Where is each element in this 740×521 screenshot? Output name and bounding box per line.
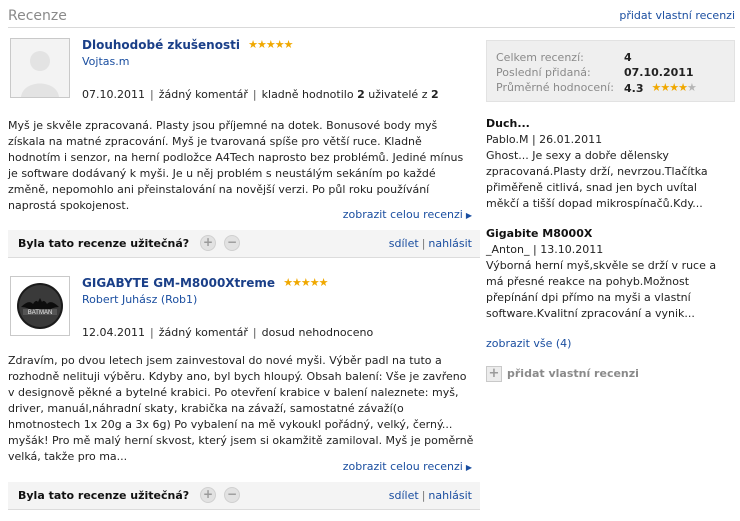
review-author[interactable]: Vojtas.m [82, 55, 129, 68]
review-title-link[interactable]: Dlouhodobé zkušenosti ★★★★★ [82, 38, 293, 52]
show-full-review-link[interactable]: zobrazit celou recenzi ▶ [343, 460, 472, 473]
add-own-review-button[interactable]: + přidat vlastní recenzi [486, 366, 639, 382]
usefulness-question: Byla tato recenze užitečná? [18, 237, 190, 250]
rating-count: 2 [357, 88, 365, 101]
average-rating-label: Průměrné hodnocení: [496, 81, 614, 94]
rating-stars: ★★★★★ [283, 276, 328, 289]
total-reviews-value: 4 [624, 51, 632, 64]
review-body: Zdravím, po dvou letech jsem zainvestova… [8, 354, 474, 463]
vote-up-button[interactable]: + [200, 487, 216, 503]
empty-star: ★ [686, 81, 697, 94]
side-review-title[interactable]: Duch... [486, 117, 530, 130]
show-full-review-label: zobrazit celou recenzi [342, 460, 463, 473]
show-all-reviews-link[interactable]: zobrazit vše (4) [486, 337, 571, 350]
vote-up-button[interactable]: + [200, 235, 216, 251]
review-author[interactable]: Robert Juhász (Rob1) [82, 293, 197, 306]
usefulness-bar: Byla tato recenze užitečná? + − sdílet | n… [8, 482, 480, 510]
total-reviews-label: Celkem recenzí: [496, 51, 584, 64]
average-rating: 4.3 ★★★★★ [624, 81, 697, 95]
rating-stars: ★★★★★ [248, 38, 293, 51]
plus-icon: + [486, 366, 502, 382]
report-link[interactable]: nahlásit [428, 489, 472, 502]
rating-prefix: kladně hodnotilo [261, 88, 354, 101]
comment-count: žádný komentář [158, 326, 248, 339]
vote-down-button[interactable]: − [224, 235, 240, 251]
usefulness-bar: Byla tato recenze užitečná? + − sdílet | n… [8, 230, 480, 258]
average-rating-value: 4.3 [624, 82, 644, 95]
review-actions: sdílet | nahlásit [388, 237, 472, 250]
review-title: Dlouhodobé zkušenosti [82, 38, 240, 52]
review-stats-panel: Celkem recenzí: 4 Poslední přidaná: 07.1… [486, 40, 735, 102]
vote-down-button[interactable]: − [224, 487, 240, 503]
review-meta: 12.04.2011 | žádný komentář | dosud nehodnoc… [82, 326, 374, 339]
rating-mid: uživatelé z [368, 88, 428, 101]
side-review-excerpt: Výborná herní myš,skvěle se drží v ruce … [486, 259, 717, 320]
side-review-meta: _Anton_ | 13.10.2011 [486, 243, 604, 256]
review-actions: sdílet | nahlásit [388, 489, 472, 502]
batman-logo-icon: BATMAN [11, 277, 69, 335]
user-silhouette-icon [11, 39, 69, 97]
rating-total: 2 [430, 88, 439, 101]
report-link[interactable]: nahlásit [428, 237, 472, 250]
side-review-meta: Pablo.M | 26.01.2011 [486, 133, 603, 146]
add-review-link[interactable]: přidat vlastní recenzi [619, 9, 735, 22]
review-title-link[interactable]: GIGABYTE GM-M8000Xtreme ★★★★★ [82, 276, 329, 290]
filled-stars: ★★★★ [651, 81, 688, 94]
review-meta: 07.10.2011 | žádný komentář | kladně hodnoti… [82, 88, 439, 101]
reviews-header: Recenze přidat vlastní recenzi [8, 4, 735, 28]
chevron-right-icon: ▶ [465, 463, 472, 472]
share-link[interactable]: sdílet [389, 237, 419, 250]
usefulness-question: Byla tato recenze užitečná? [18, 489, 190, 502]
side-review-item: Duch... Pablo.M | 26.01.2011 Ghost... Je… [486, 116, 731, 212]
review-date: 12.04.2011 [82, 326, 145, 339]
comment-count: žádný komentář [158, 88, 248, 101]
chevron-right-icon: ▶ [465, 211, 472, 220]
average-rating-stars: ★★★★★ [651, 81, 697, 94]
last-added-label: Poslední přidaná: [496, 66, 591, 79]
side-review-item: Gigabite M8000X _Anton_ | 13.10.2011 Výb… [486, 226, 731, 322]
review-card: Dlouhodobé zkušenosti ★★★★★ Vojtas.m 07.… [8, 38, 480, 258]
svg-text:BATMAN: BATMAN [28, 310, 53, 316]
review-body: Myš je skvěle zpracovaná. Plasty jsou př… [8, 119, 464, 212]
review-date: 07.10.2011 [82, 88, 145, 101]
avatar: BATMAN [10, 276, 70, 336]
share-link[interactable]: sdílet [389, 489, 419, 502]
section-title: Recenze [8, 8, 67, 24]
last-added-value: 07.10.2011 [624, 66, 694, 79]
review-card: BATMAN GIGABYTE GM-M8000Xtreme ★★★★★ Rob… [8, 276, 480, 516]
avatar [10, 38, 70, 98]
show-full-review-link[interactable]: zobrazit celou recenzi ▶ [343, 208, 472, 221]
side-review-title[interactable]: Gigabite M8000X [486, 227, 592, 240]
show-full-review-label: zobrazit celou recenzi [342, 208, 463, 221]
add-own-review-label: přidat vlastní recenzi [507, 367, 639, 380]
side-review-excerpt: Ghost... Je sexy a dobře dělensky zpraco… [486, 149, 708, 210]
rating-status: dosud nehodnoceno [261, 326, 374, 339]
review-title: GIGABYTE GM-M8000Xtreme [82, 276, 275, 290]
